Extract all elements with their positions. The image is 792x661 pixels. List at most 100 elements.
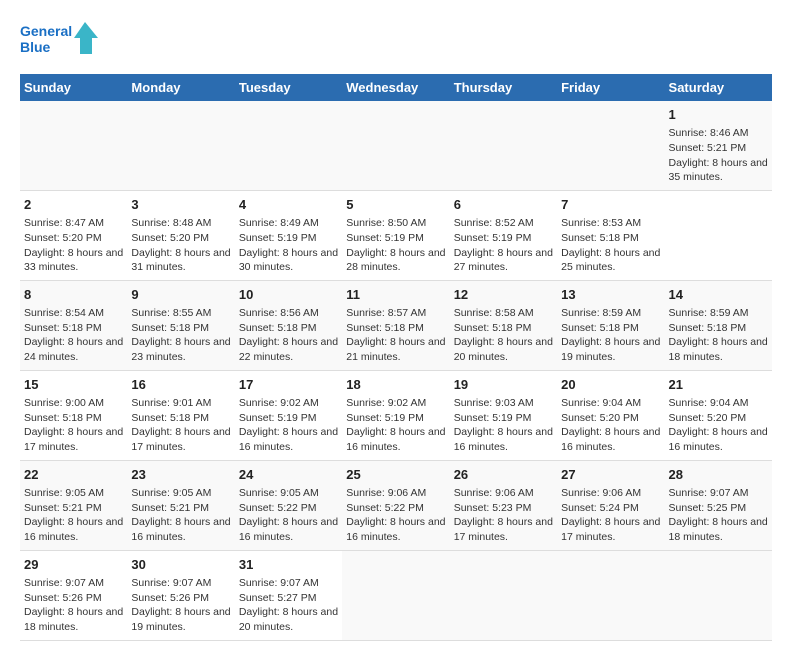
daylight-text: Daylight: 8 hours and 16 minutes. [346, 515, 445, 544]
sunset-text: Sunset: 5:18 PM [24, 321, 123, 336]
calendar-cell: 26Sunrise: 9:06 AMSunset: 5:23 PMDayligh… [450, 460, 557, 550]
sunset-text: Sunset: 5:22 PM [239, 501, 338, 516]
calendar-cell: 24Sunrise: 9:05 AMSunset: 5:22 PMDayligh… [235, 460, 342, 550]
sunset-text: Sunset: 5:18 PM [131, 321, 230, 336]
calendar-cell: 28 Sunrise: 9:07 AMSunset: 5:25 PMDayligh… [665, 460, 772, 550]
page-header: General Blue [20, 20, 772, 64]
day-number: 13 [561, 286, 660, 304]
sunrise-text: Sunrise: 9:07 AM [239, 576, 338, 591]
daylight-text: Daylight: 8 hours and 23 minutes. [131, 335, 230, 364]
sunset-text: Sunset: 5:18 PM [561, 321, 660, 336]
daylight-text: Daylight: 8 hours and 16 minutes. [239, 425, 338, 454]
sunset-text: Sunset: 5:19 PM [346, 231, 445, 246]
sunrise-text: Sunrise: 8:56 AM [239, 306, 338, 321]
day-number: 28 [669, 466, 768, 484]
daylight-text: Daylight: 8 hours and 17 minutes. [131, 425, 230, 454]
daylight-text: Daylight: 8 hours and 30 minutes. [239, 246, 338, 275]
header-row: SundayMondayTuesdayWednesdayThursdayFrid… [20, 74, 772, 101]
sunset-text: Sunset: 5:19 PM [239, 411, 338, 426]
sunrise-text: Sunrise: 8:49 AM [239, 216, 338, 231]
calendar-cell: 3Sunrise: 8:48 AMSunset: 5:20 PMDaylight… [127, 190, 234, 280]
daylight-text: Daylight: 8 hours and 28 minutes. [346, 246, 445, 275]
day-number: 1 [669, 106, 768, 124]
day-number: 20 [561, 376, 660, 394]
calendar-cell: 7Sunrise: 8:53 AMSunset: 5:18 PMDaylight… [557, 190, 664, 280]
calendar-cell [450, 550, 557, 640]
daylight-text: Daylight: 8 hours and 16 minutes. [131, 515, 230, 544]
column-header-saturday: Saturday [665, 74, 772, 101]
sunrise-text: Sunrise: 8:47 AM [24, 216, 123, 231]
daylight-text: Daylight: 8 hours and 18 minutes. [669, 515, 768, 544]
day-number: 12 [454, 286, 553, 304]
sunset-text: Sunset: 5:18 PM [24, 411, 123, 426]
column-header-friday: Friday [557, 74, 664, 101]
week-row-3: 8Sunrise: 8:54 AMSunset: 5:18 PMDaylight… [20, 280, 772, 370]
sunset-text: Sunset: 5:26 PM [24, 591, 123, 606]
day-number: 18 [346, 376, 445, 394]
calendar-table: SundayMondayTuesdayWednesdayThursdayFrid… [20, 74, 772, 641]
calendar-cell: 1 Sunrise: 8:46 AMSunset: 5:21 PMDaylight… [665, 101, 772, 190]
daylight-text: Daylight: 8 hours and 16 minutes. [346, 425, 445, 454]
sunrise-text: Sunrise: 8:48 AM [131, 216, 230, 231]
sunrise-text: Sunrise: 9:02 AM [239, 396, 338, 411]
week-row-4: 15Sunrise: 9:00 AMSunset: 5:18 PMDayligh… [20, 370, 772, 460]
sunset-text: Sunset: 5:20 PM [24, 231, 123, 246]
daylight-text: Daylight: 8 hours and 16 minutes. [669, 425, 768, 454]
calendar-cell [665, 550, 772, 640]
sunrise-text: Sunrise: 8:58 AM [454, 306, 553, 321]
sunrise-text: Sunrise: 9:04 AM [561, 396, 660, 411]
column-header-thursday: Thursday [450, 74, 557, 101]
day-number: 24 [239, 466, 338, 484]
day-number: 4 [239, 196, 338, 214]
day-number: 21 [669, 376, 768, 394]
calendar-cell [235, 101, 342, 190]
daylight-text: Daylight: 8 hours and 16 minutes. [24, 515, 123, 544]
column-header-wednesday: Wednesday [342, 74, 449, 101]
sunset-text: Sunset: 5:18 PM [669, 321, 768, 336]
sunrise-text: Sunrise: 8:54 AM [24, 306, 123, 321]
svg-text:General: General [20, 23, 72, 39]
daylight-text: Daylight: 8 hours and 19 minutes. [131, 605, 230, 634]
sunrise-text: Sunrise: 8:53 AM [561, 216, 660, 231]
calendar-cell: 22Sunrise: 9:05 AMSunset: 5:21 PMDayligh… [20, 460, 127, 550]
calendar-cell: 11Sunrise: 8:57 AMSunset: 5:18 PMDayligh… [342, 280, 449, 370]
daylight-text: Daylight: 8 hours and 20 minutes. [454, 335, 553, 364]
logo: General Blue [20, 20, 100, 64]
sunrise-text: Sunrise: 8:46 AM [669, 126, 768, 141]
daylight-text: Daylight: 8 hours and 33 minutes. [24, 246, 123, 275]
daylight-text: Daylight: 8 hours and 17 minutes. [454, 515, 553, 544]
sunset-text: Sunset: 5:18 PM [561, 231, 660, 246]
calendar-cell: 6Sunrise: 8:52 AMSunset: 5:19 PMDaylight… [450, 190, 557, 280]
calendar-cell [450, 101, 557, 190]
day-number: 30 [131, 556, 230, 574]
day-number: 19 [454, 376, 553, 394]
calendar-cell: 9Sunrise: 8:55 AMSunset: 5:18 PMDaylight… [127, 280, 234, 370]
sunrise-text: Sunrise: 9:07 AM [669, 486, 768, 501]
sunset-text: Sunset: 5:25 PM [669, 501, 768, 516]
calendar-cell: 29Sunrise: 9:07 AMSunset: 5:26 PMDayligh… [20, 550, 127, 640]
daylight-text: Daylight: 8 hours and 24 minutes. [24, 335, 123, 364]
calendar-cell: 12 Sunrise: 8:58 AMSunset: 5:18 PMDayligh… [450, 280, 557, 370]
sunset-text: Sunset: 5:21 PM [669, 141, 768, 156]
calendar-cell: 8Sunrise: 8:54 AMSunset: 5:18 PMDaylight… [20, 280, 127, 370]
calendar-cell [20, 101, 127, 190]
calendar-cell: 27Sunrise: 9:06 AMSunset: 5:24 PMDayligh… [557, 460, 664, 550]
calendar-cell: 16Sunrise: 9:01 AMSunset: 5:18 PMDayligh… [127, 370, 234, 460]
calendar-cell: 4Sunrise: 8:49 AMSunset: 5:19 PMDaylight… [235, 190, 342, 280]
calendar-cell: 23Sunrise: 9:05 AMSunset: 5:21 PMDayligh… [127, 460, 234, 550]
sunset-text: Sunset: 5:18 PM [454, 321, 553, 336]
day-number: 31 [239, 556, 338, 574]
sunrise-text: Sunrise: 9:04 AM [669, 396, 768, 411]
sunrise-text: Sunrise: 9:07 AM [24, 576, 123, 591]
daylight-text: Daylight: 8 hours and 35 minutes. [669, 156, 768, 185]
sunrise-text: Sunrise: 9:05 AM [24, 486, 123, 501]
day-number: 6 [454, 196, 553, 214]
sunset-text: Sunset: 5:21 PM [24, 501, 123, 516]
day-number: 15 [24, 376, 123, 394]
day-number: 3 [131, 196, 230, 214]
day-number: 7 [561, 196, 660, 214]
sunrise-text: Sunrise: 8:59 AM [669, 306, 768, 321]
sunset-text: Sunset: 5:20 PM [131, 231, 230, 246]
calendar-cell: 31Sunrise: 9:07 AMSunset: 5:27 PMDayligh… [235, 550, 342, 640]
calendar-cell: 30Sunrise: 9:07 AMSunset: 5:26 PMDayligh… [127, 550, 234, 640]
